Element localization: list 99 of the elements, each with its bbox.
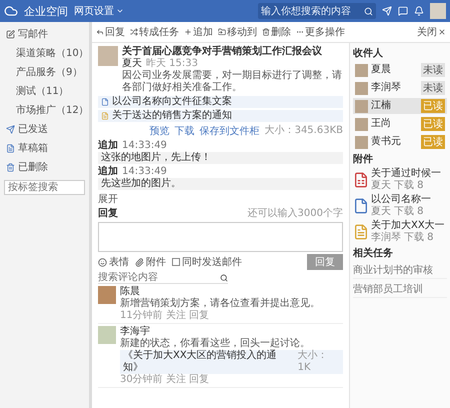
recipient-avatar	[355, 136, 368, 148]
recipient-row[interactable]: 王尚 已读	[353, 116, 447, 132]
toolbar-button[interactable]: 移动到	[218, 25, 257, 39]
comment-author: 陈晨	[120, 286, 141, 298]
mailbox-item[interactable]: 已发送	[4, 121, 85, 137]
reply-icon	[96, 28, 104, 36]
tasks-title: 相关任务	[353, 246, 394, 260]
mailbox-item[interactable]: 草稿箱	[4, 140, 85, 156]
cloud-logo-icon	[4, 4, 18, 18]
attachment-row[interactable]: 以公司名称向文件征集文案	[98, 96, 343, 108]
file-icon	[353, 198, 369, 214]
file-item[interactable]: 关于加大XX大一 李润琴 下载 8	[353, 220, 447, 244]
trash-icon	[262, 28, 270, 36]
document-icon	[101, 112, 109, 120]
compose-item[interactable]: 写邮件	[4, 26, 85, 42]
attachment-link[interactable]: 下载	[174, 124, 195, 138]
avatar	[430, 3, 446, 19]
recipient-avatar	[355, 118, 368, 130]
tag-search-field[interactable]: 按标签搜索	[4, 180, 85, 195]
append-label: 追加	[98, 166, 118, 178]
folder-item[interactable]: 市场推广（12）	[4, 102, 85, 118]
folder-item[interactable]: 渠道策略（10）	[4, 45, 85, 61]
attachment-link[interactable]: 预览	[150, 124, 170, 138]
file-size: 大小：345.63KB	[264, 125, 343, 137]
toolbar-button[interactable]: 转成任务	[130, 25, 179, 39]
spreadsheet-file-icon	[353, 172, 369, 188]
append-time: 14:33:49	[122, 166, 167, 178]
search-icon	[364, 6, 373, 16]
chevron-down-icon	[116, 7, 124, 15]
recipient-row[interactable]: 夏晨 未读	[353, 62, 447, 78]
smiley-icon	[98, 258, 107, 266]
message-title: 关于首届心愿竞争对手营销策划工作汇报会议	[122, 46, 323, 58]
read-status: 已读	[421, 135, 445, 149]
char-count: 还可以输入3000个字	[248, 208, 343, 220]
message-time: 昨天 15:33	[146, 58, 198, 70]
close-button[interactable]: 关闭	[417, 25, 446, 39]
recipient-avatar	[355, 100, 368, 112]
task-link[interactable]: 营销部员工培训	[353, 281, 447, 298]
file-item[interactable]: 关于通过时候一 夏天 下载 8	[353, 168, 447, 192]
bell-icon[interactable]	[414, 6, 424, 16]
app-title: 企业空间	[24, 4, 68, 18]
expand-link[interactable]: 展开	[98, 192, 343, 206]
comment-text: 新建的状态，你看看这些，回头一起讨论。	[120, 338, 311, 350]
toolbar-button[interactable]: 更多操作	[296, 25, 345, 39]
email-checkbox[interactable]: 同时发送邮件	[172, 255, 242, 269]
toolbar-button[interactable]: 回复	[96, 25, 125, 39]
edit-icon	[6, 30, 15, 38]
comment-text: 新增营销策划方案，请各位查看并提出意见。	[120, 298, 321, 310]
attach-button[interactable]: 附件	[135, 255, 166, 269]
attachment-link[interactable]: 保存到文件柜	[200, 124, 260, 138]
reply-label: 回复	[98, 208, 118, 220]
recipient-avatar	[355, 82, 368, 94]
send-icon[interactable]	[382, 6, 392, 16]
document-icon	[353, 224, 369, 240]
send-icon	[6, 124, 15, 134]
sender-name: 夏天	[122, 58, 142, 70]
recipient-avatar	[355, 64, 368, 76]
read-status: 未读	[421, 63, 445, 77]
trash-icon	[6, 162, 15, 172]
folder-item[interactable]: 产品服务（9）	[4, 64, 85, 80]
paperclip-icon	[135, 258, 144, 266]
search-icon	[220, 274, 228, 282]
file-item[interactable]: 以公司名称一 夏天 下载 8	[353, 194, 447, 218]
append-bubble: 这张的地图片，先上传！	[98, 152, 343, 164]
read-status: 未读	[421, 81, 445, 95]
reply-field[interactable]	[98, 222, 343, 252]
folder-icon	[218, 28, 226, 36]
toolbar-button[interactable]: 删除	[262, 25, 291, 39]
comment-meta: 30分钟前 关注 回复	[120, 374, 210, 386]
shuffle-icon	[130, 28, 138, 36]
attachment-row[interactable]: 关于送达的销售方案的通知	[98, 110, 343, 122]
comment-author: 李海宇	[120, 326, 151, 338]
file-icon	[101, 98, 109, 106]
chat-icon[interactable]	[398, 6, 408, 16]
emoji-button[interactable]: 表情	[98, 255, 129, 269]
folder-item[interactable]: 测试（11）	[4, 83, 85, 99]
commenter-avatar	[98, 286, 116, 304]
close-icon	[438, 28, 446, 36]
read-status: 已读	[421, 99, 445, 113]
recipient-row[interactable]: 李润琴 未读	[353, 80, 447, 96]
commenter-avatar	[98, 326, 116, 344]
sender-avatar	[98, 46, 118, 66]
append-time: 14:33:49	[122, 140, 167, 152]
plus-icon	[184, 28, 192, 36]
append-bubble: 先这些加的图片。	[98, 178, 343, 190]
quoted-attachment[interactable]: 《关于加大XX大区的营销投入的通知》 大小：1K	[120, 350, 343, 374]
toolbar-button[interactable]: 追加	[184, 25, 213, 39]
files-title: 附件	[353, 152, 374, 166]
mailbox-item[interactable]: 已删除	[4, 159, 85, 175]
message-body: 因公司业务发展需要，对一期目标进行了调整，请各部门做好相关准备工作。	[122, 70, 343, 94]
recipients-title: 收件人	[353, 46, 384, 60]
space-dropdown[interactable]: 网页设置	[74, 4, 124, 18]
read-status: 已读	[421, 117, 445, 131]
task-link[interactable]: 商业计划书的审核	[353, 262, 447, 279]
recipient-row[interactable]: 江楠 已读	[353, 98, 447, 114]
recipient-row[interactable]: 黄书元 已读	[353, 134, 447, 150]
comment-meta: 11分钟前 关注 回复	[120, 310, 210, 322]
append-label: 追加	[98, 140, 118, 152]
document-icon	[6, 144, 15, 152]
